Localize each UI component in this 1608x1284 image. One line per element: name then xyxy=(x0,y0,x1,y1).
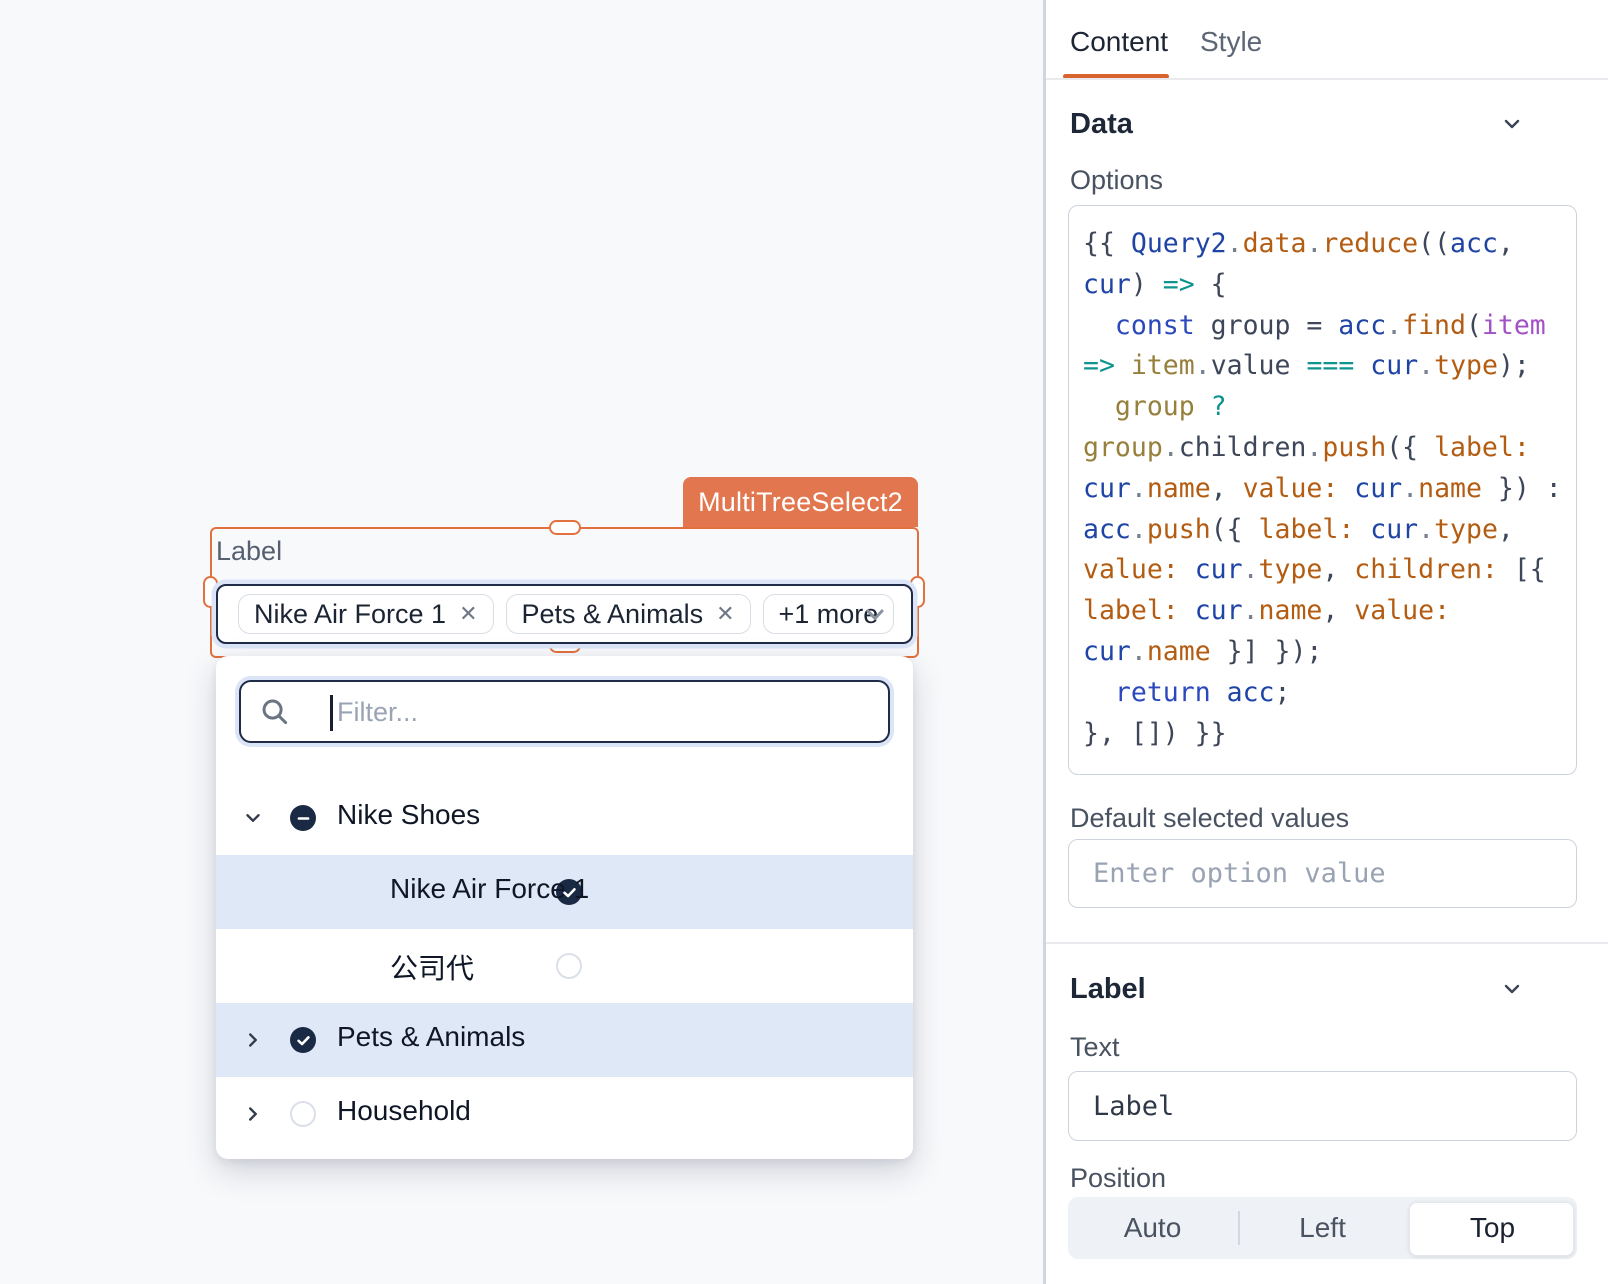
options-label: Options xyxy=(1070,165,1163,196)
tab-style[interactable]: Style xyxy=(1200,26,1262,58)
dropdown-filter[interactable] xyxy=(239,680,890,743)
tree-row-label: Household xyxy=(337,1095,471,1127)
default-values-label: Default selected values xyxy=(1070,803,1349,834)
text-label: Text xyxy=(1070,1032,1120,1063)
selected-tag: Nike Air Force 1 ✕ xyxy=(238,594,494,634)
tree-row[interactable]: Household xyxy=(216,1077,913,1151)
tab-content[interactable]: Content xyxy=(1070,26,1168,58)
resize-handle-top[interactable] xyxy=(549,520,581,535)
code-line: cur.name, value: cur.name }) : xyxy=(1083,469,1576,510)
collapse-data-chevron-icon[interactable] xyxy=(1500,112,1524,141)
search-icon xyxy=(259,696,290,732)
tree-option-list: Nike Shoes Nike Air Force 1 公司代 Pets & Anim… xyxy=(216,781,913,1151)
checked-checkbox[interactable] xyxy=(290,1027,316,1053)
tree-row-label: Nike Air Force 1 xyxy=(390,873,589,905)
tag-remove-icon[interactable]: ✕ xyxy=(459,603,477,625)
label-text-input[interactable] xyxy=(1068,1071,1577,1141)
code-line: acc.push({ label: cur.type, xyxy=(1083,510,1576,551)
selected-tag: Pets & Animals ✕ xyxy=(506,594,751,634)
component-name-badge: MultiTreeSelect2 xyxy=(683,477,918,527)
chevron-right-icon[interactable] xyxy=(242,1029,264,1051)
select-field-label: Label xyxy=(216,536,282,567)
tree-row[interactable]: Pets & Animals xyxy=(216,1003,913,1077)
tree-row[interactable]: 公司代 xyxy=(216,929,913,1003)
unchecked-checkbox[interactable] xyxy=(290,1101,316,1127)
selected-tags: Nike Air Force 1 ✕ Pets & Animals ✕ xyxy=(238,594,751,634)
position-label: Position xyxy=(1070,1163,1166,1194)
tag-label: Pets & Animals xyxy=(522,599,704,630)
tag-remove-icon[interactable]: ✕ xyxy=(716,603,734,625)
tree-row-label: Pets & Animals xyxy=(337,1021,525,1053)
tree-row[interactable]: Nike Shoes xyxy=(216,781,913,855)
code-line: cur.name }] }); xyxy=(1083,632,1576,673)
code-line: return acc; xyxy=(1083,673,1576,714)
collapse-label-chevron-icon[interactable] xyxy=(1500,977,1524,1006)
position-segmented-control: AutoLeftTop xyxy=(1068,1197,1577,1259)
section-header-data[interactable]: Data xyxy=(1070,108,1133,141)
tree-row[interactable]: Nike Air Force 1 xyxy=(216,855,913,929)
options-code-editor[interactable]: {{ Query2.data.reduce((acc,cur) => { con… xyxy=(1068,205,1577,775)
select-dropdown-panel: Nike Shoes Nike Air Force 1 公司代 Pets & Anim… xyxy=(216,656,913,1159)
code-line: }, []) }} xyxy=(1083,714,1576,755)
code-line: => item.value === cur.type); xyxy=(1083,346,1576,387)
unchecked-checkbox[interactable] xyxy=(556,953,582,979)
chevron-down-icon[interactable] xyxy=(242,807,264,829)
tag-label: Nike Air Force 1 xyxy=(254,599,446,630)
code-line: group.children.push({ label: xyxy=(1083,428,1576,469)
position-option-auto[interactable]: Auto xyxy=(1068,1197,1237,1259)
tabs-divider xyxy=(1046,78,1608,80)
indeterminate-checkbox[interactable] xyxy=(290,805,316,831)
text-cursor xyxy=(330,695,333,731)
code-line: group ? xyxy=(1083,387,1576,428)
code-line: const group = acc.find(item xyxy=(1083,306,1576,347)
tree-row-label: Nike Shoes xyxy=(337,799,480,831)
filter-input[interactable] xyxy=(335,682,879,742)
multi-tree-select-control[interactable]: Nike Air Force 1✕Pets & Animals✕ +1 more xyxy=(216,584,913,644)
tree-row-label: 公司代 xyxy=(390,947,474,987)
position-option-left[interactable]: Left xyxy=(1238,1197,1407,1259)
section-divider xyxy=(1046,942,1608,944)
code-line: {{ Query2.data.reduce((acc, xyxy=(1083,224,1576,265)
chevron-right-icon[interactable] xyxy=(242,1103,264,1125)
code-line: label: cur.name, value: xyxy=(1083,591,1576,632)
code-line: cur) => { xyxy=(1083,265,1576,306)
chevron-down-icon[interactable] xyxy=(861,601,889,634)
default-values-input[interactable] xyxy=(1068,839,1577,908)
position-option-top[interactable]: Top xyxy=(1408,1197,1577,1259)
code-line: value: cur.type, children: [{ xyxy=(1083,550,1576,591)
section-header-label[interactable]: Label xyxy=(1070,973,1146,1006)
